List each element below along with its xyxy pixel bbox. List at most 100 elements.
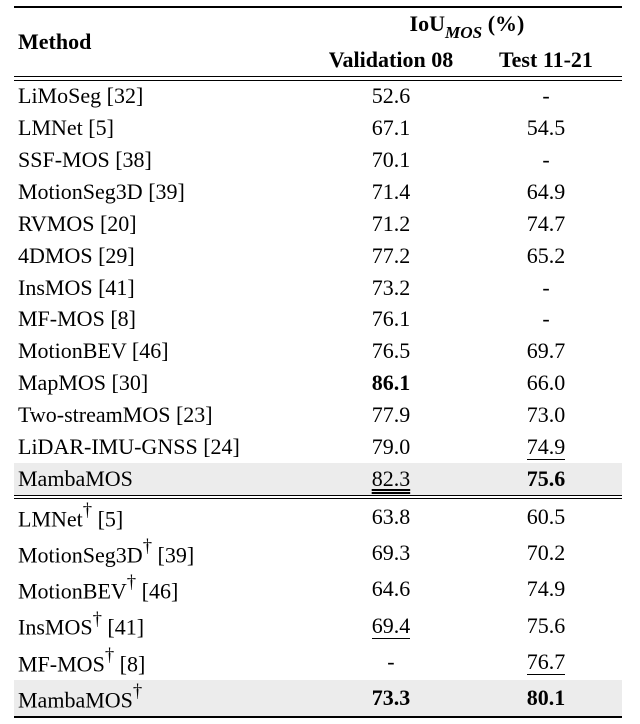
table-row: MotionSeg3D [39] 71.4 64.9 — [14, 176, 622, 208]
method-name: MapMOS — [18, 370, 106, 395]
cell-method: Two-streamMOS [23] — [14, 399, 312, 431]
cell-val: 76.5 — [312, 335, 470, 367]
method-cite: [46] — [126, 338, 168, 363]
cell-test: 80.1 — [470, 680, 622, 717]
method-name: Two-streamMOS — [18, 402, 170, 427]
cell-test: 75.6 — [470, 463, 622, 495]
method-name: MF-MOS — [18, 651, 105, 676]
cell-method: InsMOS† [41] — [14, 607, 312, 643]
value-bold: 73.3 — [372, 685, 411, 710]
cell-test: - — [470, 303, 622, 335]
method-name: LiDAR-IMU-GNSS — [18, 434, 198, 459]
method-name: RVMOS — [18, 211, 94, 236]
cell-test: 74.9 — [470, 431, 622, 463]
cell-method: MotionBEV [46] — [14, 335, 312, 367]
table-row-highlight: MambaMOS† 73.3 80.1 — [14, 680, 622, 717]
cell-val: 71.4 — [312, 176, 470, 208]
cell-method: MotionBEV† [46] — [14, 571, 312, 607]
cell-test: - — [470, 272, 622, 304]
cell-method: MapMOS [30] — [14, 367, 312, 399]
method-cite: [41] — [93, 275, 135, 300]
value-bold: 80.1 — [527, 685, 566, 710]
value-underline: 76.7 — [527, 649, 566, 675]
dagger-icon: † — [133, 681, 142, 702]
rule-double-1 — [14, 77, 622, 81]
cell-method: LMNet† [5] — [14, 499, 312, 535]
method-cite: [30] — [106, 370, 148, 395]
value-double-underline: 82.3 — [372, 466, 411, 491]
value-underline: 69.4 — [372, 613, 411, 639]
iou-post: (%) — [482, 11, 524, 36]
cell-test: 70.2 — [470, 535, 622, 571]
cell-method: MotionSeg3D [39] — [14, 176, 312, 208]
cell-test: 54.5 — [470, 112, 622, 144]
table-row: MF-MOS† [8] - 76.7 — [14, 644, 622, 680]
cell-val: 77.2 — [312, 240, 470, 272]
value-bold: 86.1 — [372, 370, 411, 395]
header-method: Method — [14, 7, 312, 77]
method-name: 4DMOS — [18, 243, 93, 268]
table-row: MF-MOS [8] 76.1 - — [14, 303, 622, 335]
cell-method: SSF-MOS [38] — [14, 144, 312, 176]
cell-test: 66.0 — [470, 367, 622, 399]
dagger-icon: † — [83, 500, 92, 521]
method-name: MotionSeg3D — [18, 542, 143, 567]
results-table: Method IoUMOS (%) Validation 08 Test 11-… — [0, 0, 640, 724]
cell-val: 52.6 — [312, 80, 470, 112]
table-row: SSF-MOS [38] 70.1 - — [14, 144, 622, 176]
value-underline: 74.9 — [527, 434, 566, 460]
table-row: 4DMOS [29] 77.2 65.2 — [14, 240, 622, 272]
cell-method: LMNet [5] — [14, 112, 312, 144]
header-test: Test 11-21 — [470, 44, 622, 76]
cell-method: MambaMOS† — [14, 680, 312, 717]
method-name: InsMOS — [18, 275, 93, 300]
cell-test: - — [470, 144, 622, 176]
dagger-icon: † — [105, 645, 114, 666]
table-row: MotionSeg3D† [39] 69.3 70.2 — [14, 535, 622, 571]
method-cite: [38] — [110, 147, 152, 172]
cell-method: MF-MOS [8] — [14, 303, 312, 335]
iou-pre: IoU — [410, 11, 445, 36]
cell-val: 70.1 — [312, 144, 470, 176]
cell-test: 69.7 — [470, 335, 622, 367]
cell-test: 74.7 — [470, 208, 622, 240]
cell-test: 64.9 — [470, 176, 622, 208]
dagger-icon: † — [127, 572, 136, 593]
cell-val: 69.4 — [312, 607, 470, 643]
method-cite: [46] — [136, 579, 178, 604]
method-cite: [39] — [143, 179, 185, 204]
method-cite: [41] — [102, 615, 144, 640]
table-row: LiDAR-IMU-GNSS [24] 79.0 74.9 — [14, 431, 622, 463]
cell-method: LiMoSeg [32] — [14, 80, 312, 112]
cell-method: MF-MOS† [8] — [14, 644, 312, 680]
table-row: MotionBEV [46] 76.5 69.7 — [14, 335, 622, 367]
method-name: LiMoSeg — [18, 83, 101, 108]
header-validation: Validation 08 — [312, 44, 470, 76]
method-name: SSF-MOS — [18, 147, 110, 172]
rule-double-2 — [14, 495, 622, 499]
dagger-icon: † — [93, 609, 102, 630]
cell-val: - — [312, 644, 470, 680]
table-row: MotionBEV† [46] 64.6 74.9 — [14, 571, 622, 607]
method-cite: [8] — [114, 651, 145, 676]
cell-test: 76.7 — [470, 644, 622, 680]
table-header-row-1: Method IoUMOS (%) — [14, 7, 622, 44]
cell-test: 74.9 — [470, 571, 622, 607]
method-name: LMNet — [18, 506, 83, 531]
table-row: LMNet [5] 67.1 54.5 — [14, 112, 622, 144]
table-row: InsMOS [41] 73.2 - — [14, 272, 622, 304]
cell-val: 71.2 — [312, 208, 470, 240]
value-bold: 75.6 — [527, 466, 566, 491]
table: Method IoUMOS (%) Validation 08 Test 11-… — [14, 6, 622, 718]
method-name: MF-MOS — [18, 306, 105, 331]
method-cite: [5] — [92, 506, 123, 531]
table-row: InsMOS† [41] 69.4 75.6 — [14, 607, 622, 643]
cell-test: 73.0 — [470, 399, 622, 431]
cell-val: 82.3 — [312, 463, 470, 495]
cell-method: MotionSeg3D† [39] — [14, 535, 312, 571]
cell-method: MambaMOS — [14, 463, 312, 495]
table-row: LMNet† [5] 63.8 60.5 — [14, 499, 622, 535]
cell-test: 75.6 — [470, 607, 622, 643]
method-name: MotionBEV — [18, 338, 126, 363]
iou-sub: MOS — [445, 23, 482, 42]
